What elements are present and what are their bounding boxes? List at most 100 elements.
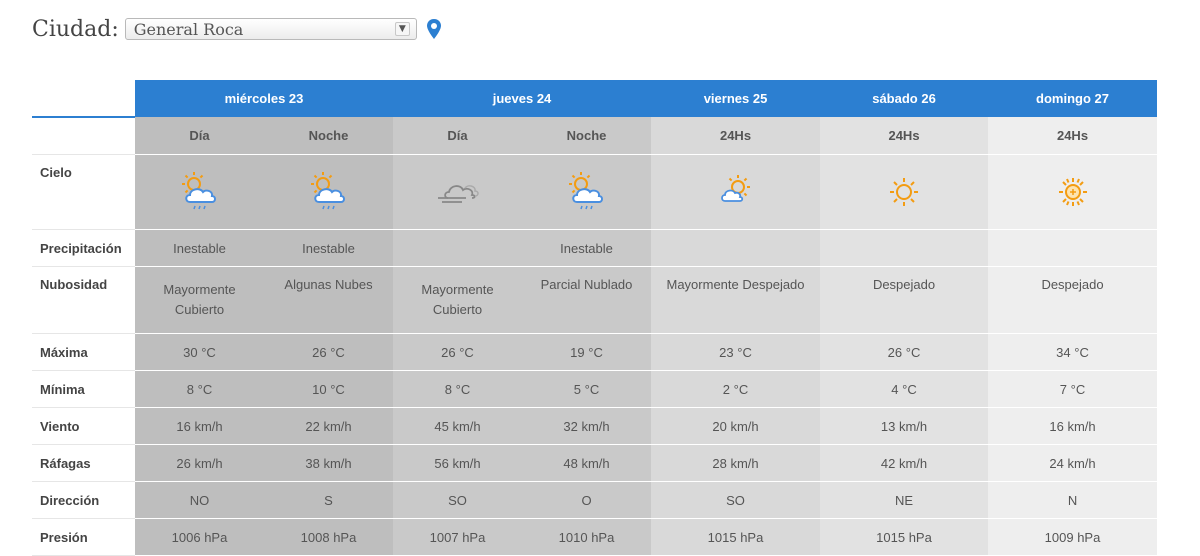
sky-cell (651, 154, 821, 230)
precipitation-cell (988, 229, 1158, 267)
max-temp-cell: 26 °C (264, 333, 393, 371)
cloudiness-cell: Mayormente Despejado (651, 266, 821, 334)
chevron-down-icon[interactable]: ▼ (394, 22, 410, 36)
row-label-direccion: Dirección (32, 481, 135, 519)
min-temp-cell: 8 °C (393, 370, 522, 408)
cloudiness-cell: Despejado (988, 266, 1158, 334)
gusts-cell: 26 km/h (135, 444, 264, 482)
gusts-cell: 38 km/h (264, 444, 393, 482)
sky-cell (988, 154, 1158, 230)
period-cell: 24Hs (988, 117, 1158, 155)
min-temp-cell: 10 °C (264, 370, 393, 408)
precipitation-cell (651, 229, 821, 267)
period-cell: Noche (264, 117, 393, 155)
max-temp-cell: 26 °C (393, 333, 522, 371)
period-cell: Día (135, 117, 264, 155)
city-select[interactable]: General Roca ▼ (124, 18, 417, 40)
min-temp-cell: 4 °C (820, 370, 989, 408)
cloudiness-line: Despejado (872, 277, 936, 292)
location-pin-icon[interactable] (425, 16, 443, 42)
row-label-precipitacion: Precipitación (32, 229, 135, 267)
period-row: Día Noche Día Noche 24Hs 24Hs 24Hs (32, 117, 1158, 155)
day-header: sábado 26 (820, 80, 989, 117)
sky-cell (522, 154, 652, 230)
gusts-cell: 24 km/h (988, 444, 1158, 482)
period-cell: Día (393, 117, 522, 155)
direction-cell: SO (393, 481, 522, 519)
precipitation-row: Precipitación Inestable Inestable Inesta… (32, 229, 1158, 267)
period-cell: Noche (522, 117, 652, 155)
pressure-cell: 1010 hPa (522, 518, 652, 556)
cloudiness-line: Parcial Nublado (540, 277, 633, 292)
wind-cell: 16 km/h (135, 407, 264, 445)
gusts-row: Ráfagas 26 km/h 38 km/h 56 km/h 48 km/h … (32, 444, 1158, 482)
cloudiness-line: Mayormente (421, 282, 494, 297)
direction-cell: NO (135, 481, 264, 519)
cloudiness-cell: Despejado (820, 266, 989, 334)
cloudiness-cell: Mayormente Cubierto (135, 266, 264, 334)
wind-cell: 16 km/h (988, 407, 1158, 445)
pressure-row: Presión 1006 hPa 1008 hPa 1007 hPa 1010 … (32, 518, 1158, 556)
min-temp-row: Mínima 8 °C 10 °C 8 °C 5 °C 2 °C 4 °C 7 … (32, 370, 1158, 408)
direction-cell: S (264, 481, 393, 519)
row-label-minima: Mínima (32, 370, 135, 408)
row-label-nubosidad: Nubosidad (32, 266, 135, 334)
direction-cell: O (522, 481, 652, 519)
sun-icon (890, 178, 919, 206)
cloudiness-line: Algunas Nubes (284, 277, 373, 292)
direction-cell: NE (820, 481, 989, 519)
header-corner (32, 80, 135, 118)
min-temp-cell: 2 °C (651, 370, 821, 408)
wind-cell: 32 km/h (522, 407, 652, 445)
period-cell: 24Hs (820, 117, 989, 155)
precipitation-cell: Inestable (135, 229, 264, 267)
pressure-cell: 1006 hPa (135, 518, 264, 556)
gusts-cell: 56 km/h (393, 444, 522, 482)
row-label-viento: Viento (32, 407, 135, 445)
precipitation-cell: Inestable (264, 229, 393, 267)
cloud-wind-icon (437, 185, 479, 203)
min-temp-cell: 7 °C (988, 370, 1158, 408)
direction-cell: SO (651, 481, 821, 519)
period-cell: 24Hs (651, 117, 821, 155)
cloudiness-cell: Algunas Nubes (264, 266, 393, 334)
cloudiness-cell: Parcial Nublado (522, 266, 652, 334)
direction-row: Dirección NO S SO O SO NE N (32, 481, 1158, 519)
sky-row: Cielo (32, 154, 1158, 230)
sun-cloud-rain-icon (181, 172, 216, 210)
wind-cell: 13 km/h (820, 407, 989, 445)
forecast-table: miércoles 23 jueves 24 viernes 25 sábado… (32, 80, 1158, 556)
row-label-cielo: Cielo (32, 154, 135, 230)
sky-cell (135, 154, 264, 230)
hot-sun-icon (1058, 178, 1087, 206)
gusts-cell: 42 km/h (820, 444, 989, 482)
sun-cloud-rain-icon (568, 172, 603, 210)
pressure-cell: 1015 hPa (820, 518, 989, 556)
gusts-cell: 28 km/h (651, 444, 821, 482)
day-header: viernes 25 (651, 80, 821, 117)
pressure-cell: 1015 hPa (651, 518, 821, 556)
sun-cloud-icon (720, 175, 750, 202)
max-temp-cell: 26 °C (820, 333, 989, 371)
pressure-cell: 1007 hPa (393, 518, 522, 556)
city-bar: Ciudad: General Roca ▼ (32, 12, 443, 46)
row-label-maxima: Máxima (32, 333, 135, 371)
cloudiness-row: Nubosidad Mayormente Cubierto Algunas Nub… (32, 266, 1158, 334)
max-temp-cell: 19 °C (522, 333, 652, 371)
pressure-cell: 1009 hPa (988, 518, 1158, 556)
row-label-rafagas: Ráfagas (32, 444, 135, 482)
sun-cloud-rain-icon (310, 172, 345, 210)
day-header: jueves 24 (393, 80, 652, 117)
max-temp-cell: 30 °C (135, 333, 264, 371)
row-label-presion: Presión (32, 518, 135, 556)
wind-cell: 45 km/h (393, 407, 522, 445)
row-label-empty (32, 117, 135, 155)
city-label: Ciudad: (32, 16, 119, 42)
precipitation-cell (820, 229, 989, 267)
max-temp-cell: 23 °C (651, 333, 821, 371)
wind-row: Viento 16 km/h 22 km/h 45 km/h 32 km/h 2… (32, 407, 1158, 445)
pressure-cell: 1008 hPa (264, 518, 393, 556)
day-header-row: miércoles 23 jueves 24 viernes 25 sábado… (32, 80, 1158, 118)
cloudiness-line: Cubierto (432, 302, 483, 317)
cloudiness-cell: Mayormente Cubierto (393, 266, 522, 334)
